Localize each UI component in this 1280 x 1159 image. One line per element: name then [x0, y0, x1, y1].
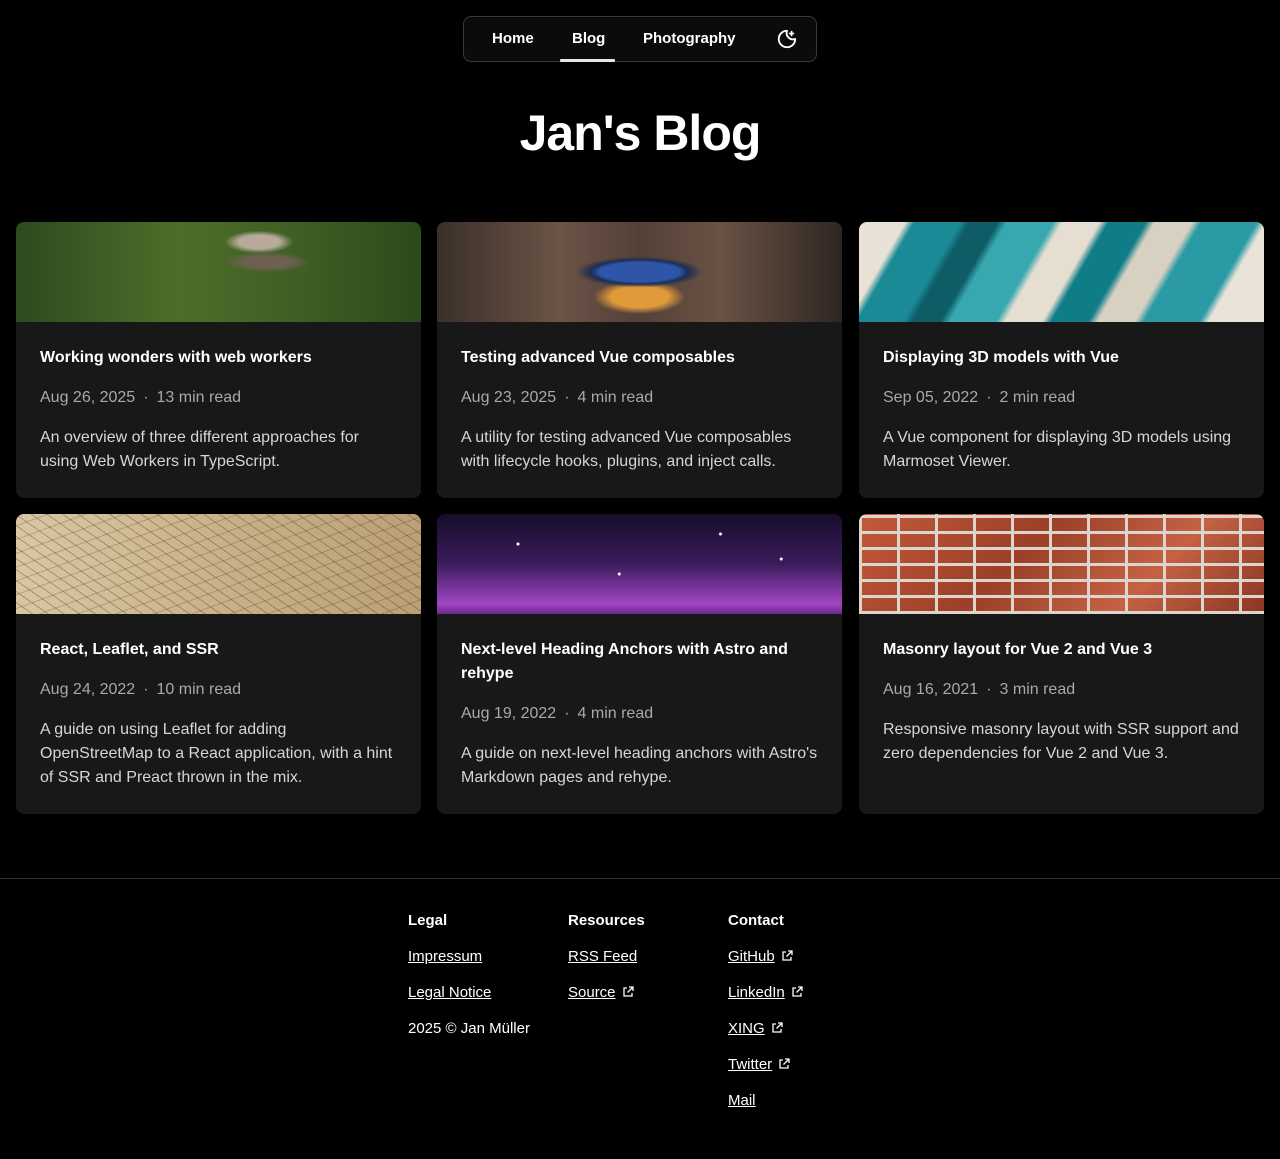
- post-image-brick-wall: [859, 514, 1264, 614]
- footer-divider: [0, 878, 1280, 879]
- active-tab-indicator: [560, 59, 615, 62]
- post-card[interactable]: Masonry layout for Vue 2 and Vue 3 Aug 1…: [859, 514, 1264, 814]
- post-card[interactable]: Next-level Heading Anchors with Astro an…: [437, 514, 842, 814]
- post-image-night-sky: [437, 514, 842, 614]
- post-meta: Aug 26, 2025 · 13 min read: [40, 386, 241, 410]
- meta-separator: ·: [986, 389, 992, 406]
- nav-home-link[interactable]: Home: [492, 17, 534, 61]
- post-description: A Vue component for displaying 3D models…: [883, 429, 1232, 470]
- footer-resources-column: Resources RSS Feed Source: [568, 912, 645, 1020]
- mail-link[interactable]: Mail: [728, 1092, 803, 1110]
- copyright-text: 2025 © Jan Müller: [408, 1020, 530, 1037]
- post-description: A utility for testing advanced Vue compo…: [461, 429, 792, 470]
- post-date: Aug 16, 2021: [883, 681, 979, 698]
- post-title: Displaying 3D models with Vue: [883, 349, 1119, 366]
- main-nav: Home Blog Photography: [463, 16, 817, 62]
- twitter-link[interactable]: Twitter: [728, 1056, 803, 1074]
- post-title: Next-level Heading Anchors with Astro an…: [461, 641, 788, 682]
- external-link-icon: [772, 1022, 783, 1033]
- footer-contact-heading: Contact: [728, 912, 784, 929]
- meta-separator: ·: [564, 705, 570, 722]
- post-title: Testing advanced Vue composables: [461, 349, 735, 366]
- post-description: Responsive masonry layout with SSR suppo…: [883, 721, 1239, 762]
- source-link[interactable]: Source: [568, 984, 645, 1002]
- post-read-time: 3 min read: [999, 681, 1076, 698]
- post-date: Sep 05, 2022: [883, 389, 979, 406]
- meta-separator: ·: [143, 389, 149, 406]
- linkedin-link[interactable]: LinkedIn: [728, 984, 803, 1002]
- github-link[interactable]: GitHub: [728, 948, 803, 966]
- post-title: Working wonders with web workers: [40, 349, 312, 366]
- rss-feed-link[interactable]: RSS Feed: [568, 948, 645, 966]
- source-link-label: Source: [568, 984, 616, 1001]
- post-description: A guide on next-level heading anchors wi…: [461, 745, 818, 786]
- footer-legal-heading: Legal: [408, 912, 448, 929]
- post-date: Aug 26, 2025: [40, 389, 136, 406]
- nav-blog-link[interactable]: Blog: [572, 17, 605, 61]
- post-meta: Sep 05, 2022 · 2 min read: [883, 386, 1075, 410]
- post-card[interactable]: React, Leaflet, and SSR Aug 24, 2022 · 10 …: [16, 514, 421, 814]
- meta-separator: ·: [564, 389, 570, 406]
- post-title: React, Leaflet, and SSR: [40, 641, 219, 658]
- linkedin-link-label: LinkedIn: [728, 984, 785, 1001]
- external-link-icon: [622, 986, 634, 997]
- post-card[interactable]: Working wonders with web workers Aug 26,…: [16, 222, 421, 498]
- github-link-label: GitHub: [728, 948, 775, 965]
- post-card[interactable]: Testing advanced Vue composables Aug 23,…: [437, 222, 842, 498]
- meta-separator: ·: [986, 681, 992, 698]
- footer-contact-column: Contact GitHub LinkedIn XING Twitter Mai…: [728, 912, 803, 1128]
- post-read-time: 13 min read: [156, 389, 242, 406]
- post-read-time: 4 min read: [577, 705, 654, 722]
- post-image-marble: [859, 222, 1264, 322]
- xing-link[interactable]: XING: [728, 1020, 803, 1038]
- post-title: Masonry layout for Vue 2 and Vue 3: [883, 641, 1153, 658]
- page-title: Jan's Blog: [519, 105, 762, 161]
- footer-resources-heading: Resources: [568, 912, 645, 929]
- post-meta: Aug 23, 2025 · 4 min read: [461, 386, 653, 410]
- post-date: Aug 19, 2022: [461, 705, 557, 722]
- post-meta: Aug 19, 2022 · 4 min read: [461, 702, 653, 726]
- external-link-icon: [782, 950, 793, 961]
- post-read-time: 10 min read: [156, 681, 242, 698]
- xing-link-label: XING: [728, 1020, 765, 1037]
- post-read-time: 2 min read: [999, 389, 1076, 406]
- post-image-spider: [16, 222, 421, 322]
- post-image-map: [16, 514, 421, 614]
- impressum-link[interactable]: Impressum: [408, 948, 530, 966]
- post-date: Aug 23, 2025: [461, 389, 557, 406]
- nav-photography-link[interactable]: Photography: [643, 17, 736, 61]
- legal-notice-link[interactable]: Legal Notice: [408, 984, 530, 1002]
- post-meta: Aug 16, 2021 · 3 min read: [883, 678, 1075, 702]
- external-link-icon: [792, 986, 803, 997]
- post-image-clockwork: [437, 222, 842, 322]
- meta-separator: ·: [143, 681, 149, 698]
- post-date: Aug 24, 2022: [40, 681, 136, 698]
- post-meta: Aug 24, 2022 · 10 min read: [40, 678, 241, 702]
- post-read-time: 4 min read: [577, 389, 654, 406]
- external-link-icon: [779, 1058, 790, 1069]
- theme-toggle-icon[interactable]: [776, 28, 798, 50]
- post-description: An overview of three different approache…: [40, 429, 359, 470]
- post-card[interactable]: Displaying 3D models with Vue Sep 05, 20…: [859, 222, 1264, 498]
- twitter-link-label: Twitter: [728, 1056, 773, 1073]
- post-description: A guide on using Leaflet for adding Open…: [40, 721, 393, 786]
- footer-legal-column: Legal Impressum Legal Notice 2025 © Jan …: [408, 912, 530, 1056]
